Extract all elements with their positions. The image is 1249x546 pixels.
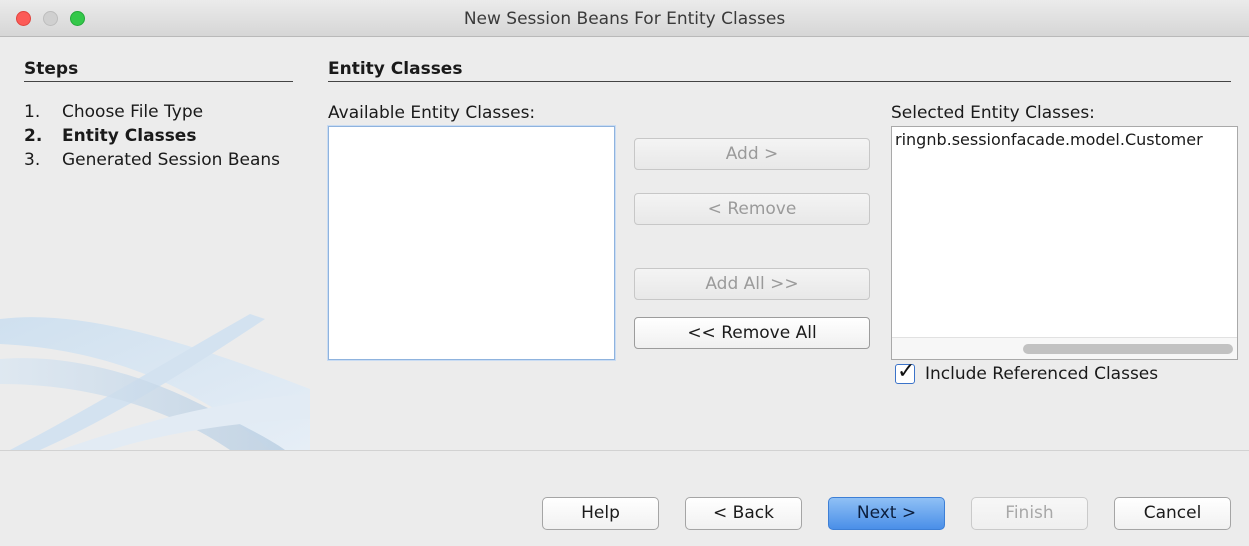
- back-button[interactable]: < Back: [685, 497, 802, 530]
- step-number: 3.: [24, 150, 41, 170]
- step-number: 1.: [24, 102, 41, 122]
- scrollbar-thumb[interactable]: [1023, 344, 1233, 354]
- section-divider: [328, 81, 1231, 82]
- step-label: Generated Session Beans: [62, 150, 281, 170]
- available-classes-label: Available Entity Classes:: [328, 103, 536, 123]
- wizard-decoration-graphic: [0, 314, 310, 450]
- steps-heading: Steps: [24, 59, 79, 79]
- remove-all-button[interactable]: << Remove All: [634, 317, 870, 349]
- section-heading: Entity Classes: [328, 59, 463, 79]
- step-label: Entity Classes: [62, 126, 197, 146]
- list-item[interactable]: ringnb.sessionfacade.model.Customer: [895, 130, 1203, 149]
- help-button[interactable]: Help: [542, 497, 659, 530]
- step-item-entity-classes: 2. Entity Classes: [24, 124, 294, 148]
- steps-panel: Steps 1. Choose File Type 2. Entity Clas…: [0, 37, 310, 450]
- include-referenced-checkbox[interactable]: ✓: [895, 359, 915, 384]
- checkmark-icon: ✓: [897, 359, 916, 384]
- window-title: New Session Beans For Entity Classes: [463, 9, 786, 29]
- next-button[interactable]: Next >: [828, 497, 945, 530]
- step-label: Choose File Type: [62, 102, 204, 122]
- include-referenced-label[interactable]: Include Referenced Classes: [925, 364, 1158, 384]
- available-classes-list[interactable]: [328, 126, 615, 360]
- selected-classes-list[interactable]: ringnb.sessionfacade.model.Customer: [891, 126, 1238, 360]
- dialog-window: New Session Beans For Entity Classes Ste…: [0, 0, 1249, 546]
- title-bar: New Session Beans For Entity Classes: [0, 0, 1249, 37]
- content-panel: Entity Classes Available Entity Classes:…: [310, 37, 1249, 450]
- step-item-generated-session-beans: 3. Generated Session Beans: [24, 148, 294, 172]
- finish-button[interactable]: Finish: [971, 497, 1088, 530]
- add-button[interactable]: Add >: [634, 138, 870, 170]
- step-item-choose-file-type: 1. Choose File Type: [24, 100, 294, 124]
- steps-list: 1. Choose File Type 2. Entity Classes 3.…: [24, 100, 294, 172]
- cancel-button[interactable]: Cancel: [1114, 497, 1231, 530]
- remove-button[interactable]: < Remove: [634, 193, 870, 225]
- include-referenced-row[interactable]: ✓ Include Referenced Classes: [895, 359, 1158, 384]
- selected-classes-label: Selected Entity Classes:: [891, 103, 1095, 123]
- step-number: 2.: [24, 126, 43, 146]
- add-all-button[interactable]: Add All >>: [634, 268, 870, 300]
- steps-divider: [24, 81, 293, 82]
- horizontal-scrollbar[interactable]: [892, 337, 1237, 359]
